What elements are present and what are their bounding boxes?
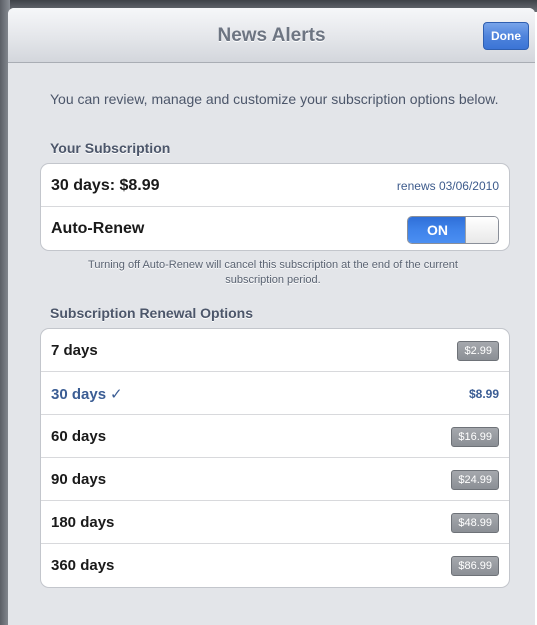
current-price: $8.99 <box>468 387 499 401</box>
auto-renew-label: Auto-Renew <box>51 220 145 237</box>
settings-content[interactable]: You can review, manage and customize you… <box>8 63 535 625</box>
price-button[interactable]: $24.99 <box>451 470 499 490</box>
price-button[interactable]: $2.99 <box>457 341 499 361</box>
renewal-option-7-days[interactable]: 7 days $2.99 <box>41 329 509 372</box>
renewal-options-group: 7 days $2.99 30 days ✓ $8.99 60 days $16.… <box>40 328 510 588</box>
navigation-bar: News Alerts Done <box>8 8 535 63</box>
screen: News Alerts Done You can review, manage … <box>0 0 537 625</box>
renewal-option-90-days[interactable]: 90 days $24.99 <box>41 458 509 501</box>
option-label-text: 30 days <box>51 386 107 403</box>
current-plan-row: 30 days: $8.99 renews 03/06/2010 <box>41 164 509 207</box>
auto-renew-row: Auto-Renew ON <box>41 207 509 250</box>
toggle-on-label: ON <box>408 217 467 243</box>
intro-text: You can review, manage and customize you… <box>50 91 499 107</box>
price-button[interactable]: $86.99 <box>451 556 499 576</box>
news-alerts-popover: News Alerts Done You can review, manage … <box>8 8 535 625</box>
done-button[interactable]: Done <box>483 22 529 50</box>
current-plan-label: 30 days: $8.99 <box>51 177 160 194</box>
option-label: 360 days <box>51 557 115 574</box>
renewal-option-60-days[interactable]: 60 days $16.99 <box>41 415 509 458</box>
renewal-option-30-days[interactable]: 30 days ✓ $8.99 <box>41 372 509 415</box>
option-label: 90 days <box>51 471 107 488</box>
option-label: 180 days <box>51 514 115 531</box>
your-subscription-header: Your Subscription <box>50 140 171 156</box>
renewal-options-header: Subscription Renewal Options <box>50 305 254 321</box>
auto-renew-footnote: Turning off Auto-Renew will cancel this … <box>88 259 458 286</box>
renewal-option-180-days[interactable]: 180 days $48.99 <box>41 501 509 544</box>
price-button[interactable]: $16.99 <box>451 427 499 447</box>
renewal-option-360-days[interactable]: 360 days $86.99 <box>41 544 509 587</box>
price-button[interactable]: $48.99 <box>451 513 499 533</box>
renews-date: renews 03/06/2010 <box>396 179 499 193</box>
checkmark-icon: ✓ <box>110 386 123 403</box>
option-label: 60 days <box>51 428 107 445</box>
auto-renew-toggle[interactable]: ON <box>407 216 499 244</box>
option-label: 7 days <box>51 342 98 359</box>
page-title: News Alerts <box>217 25 326 46</box>
subscription-group: 30 days: $8.99 renews 03/06/2010 Auto-Re… <box>40 163 510 251</box>
option-label-selected: 30 days ✓ <box>51 385 123 403</box>
toggle-knob <box>465 217 498 243</box>
